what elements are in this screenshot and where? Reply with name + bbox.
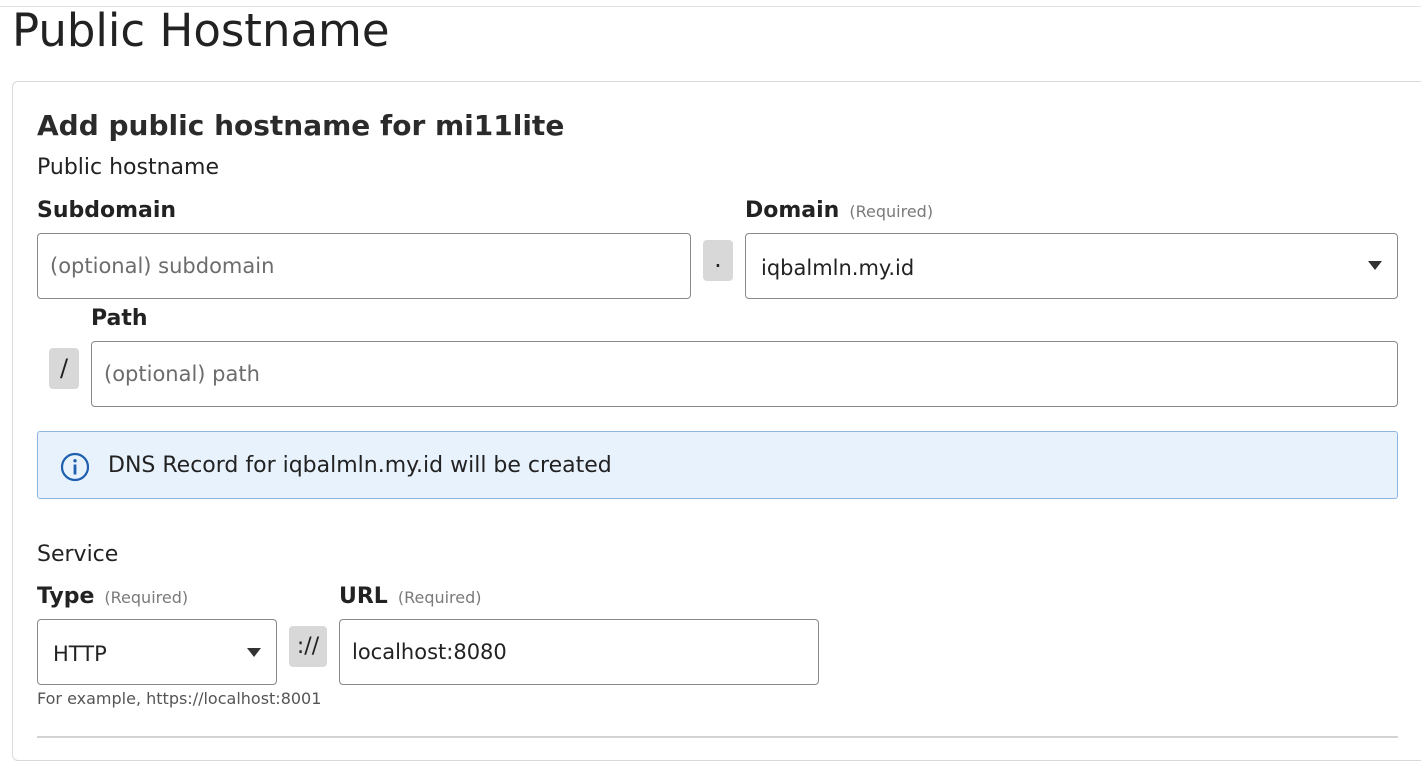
- dns-notice-text: DNS Record for iqbalmln.my.id will be cr…: [108, 453, 612, 478]
- dns-record-notice: DNS Record for iqbalmln.my.id will be cr…: [37, 431, 1398, 499]
- caret-down-icon: [247, 648, 261, 657]
- service-type-value: HTTP: [53, 642, 107, 666]
- domain-label: Domain (Required): [745, 197, 933, 226]
- subdomain-label-text: Subdomain: [37, 198, 177, 223]
- path-slash-prefix: /: [49, 348, 79, 389]
- url-required-hint: (Required): [397, 588, 482, 607]
- service-type-select[interactable]: HTTP: [37, 619, 277, 685]
- type-required-hint: (Required): [104, 588, 189, 607]
- section-divider: [37, 736, 1398, 738]
- path-input[interactable]: [91, 341, 1398, 407]
- path-label-text: Path: [91, 306, 148, 331]
- url-helper-text: For example, https://localhost:8001: [37, 689, 322, 708]
- dot-separator: .: [703, 240, 733, 281]
- type-label-text: Type: [37, 584, 95, 609]
- domain-label-text: Domain: [745, 198, 840, 223]
- caret-down-icon: [1368, 261, 1382, 270]
- info-icon: [60, 452, 90, 486]
- subdomain-label: Subdomain: [37, 197, 176, 225]
- domain-select-value: iqbalmln.my.id: [761, 256, 915, 280]
- service-url-input[interactable]: [339, 619, 819, 685]
- page-title: Public Hostname: [12, 4, 390, 57]
- url-label-text: URL: [339, 584, 388, 609]
- service-section-label: Service: [37, 542, 119, 567]
- subdomain-input[interactable]: [37, 233, 691, 299]
- domain-select[interactable]: iqbalmln.my.id: [745, 233, 1398, 299]
- domain-required-hint: (Required): [849, 202, 934, 221]
- form-title: Add public hostname for mi11lite: [37, 109, 565, 142]
- path-label: Path: [91, 305, 148, 333]
- public-hostname-section-label: Public hostname: [37, 155, 219, 180]
- url-label: URL (Required): [339, 583, 482, 612]
- scheme-separator: ://: [289, 626, 327, 667]
- type-label: Type (Required): [37, 583, 188, 612]
